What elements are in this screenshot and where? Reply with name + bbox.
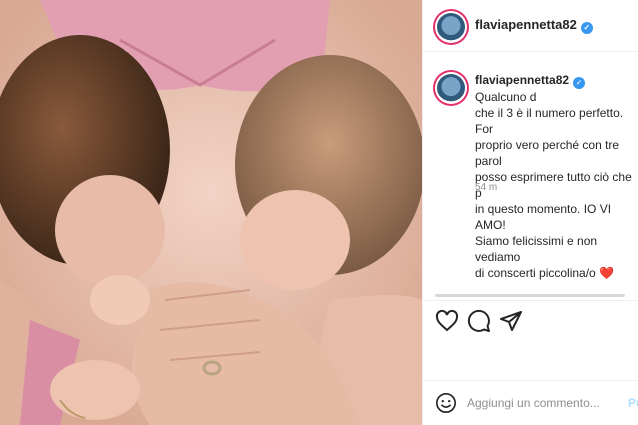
- post-header: flaviapennetta82 ✓: [423, 0, 638, 52]
- username-link[interactable]: flaviapennetta82 ✓: [475, 17, 593, 34]
- avatar[interactable]: [435, 11, 467, 43]
- caption-body: Qualcuno d che il 3 è il numero perfetto…: [475, 90, 632, 280]
- action-bar: [423, 300, 638, 340]
- add-comment-bar: Pu: [423, 380, 638, 425]
- post-side-panel: flaviapennetta82 ✓ flaviapennetta82 ✓ Qual…: [422, 0, 638, 425]
- comment-bubble-icon[interactable]: [467, 309, 491, 333]
- username-label[interactable]: flaviapennetta82: [475, 17, 577, 32]
- caption-text: flaviapennetta82 ✓ Qualcuno d che il 3 è …: [475, 72, 638, 281]
- verified-badge-icon: ✓: [580, 22, 593, 34]
- smiley-icon[interactable]: [435, 392, 457, 414]
- post-comment-button[interactable]: Pu: [628, 396, 638, 410]
- comment-preview: [435, 292, 638, 298]
- paper-plane-icon[interactable]: [499, 309, 523, 333]
- post-timestamp[interactable]: 54 m: [475, 182, 497, 193]
- heart-icon[interactable]: [435, 309, 459, 333]
- caption-username[interactable]: flaviapennetta82: [475, 73, 569, 87]
- post-photo[interactable]: [0, 0, 422, 425]
- caption-avatar[interactable]: [435, 72, 467, 104]
- heart-emoji: ❤️: [599, 266, 615, 280]
- comment-input[interactable]: [467, 391, 615, 415]
- verified-badge-icon: ✓: [573, 77, 586, 89]
